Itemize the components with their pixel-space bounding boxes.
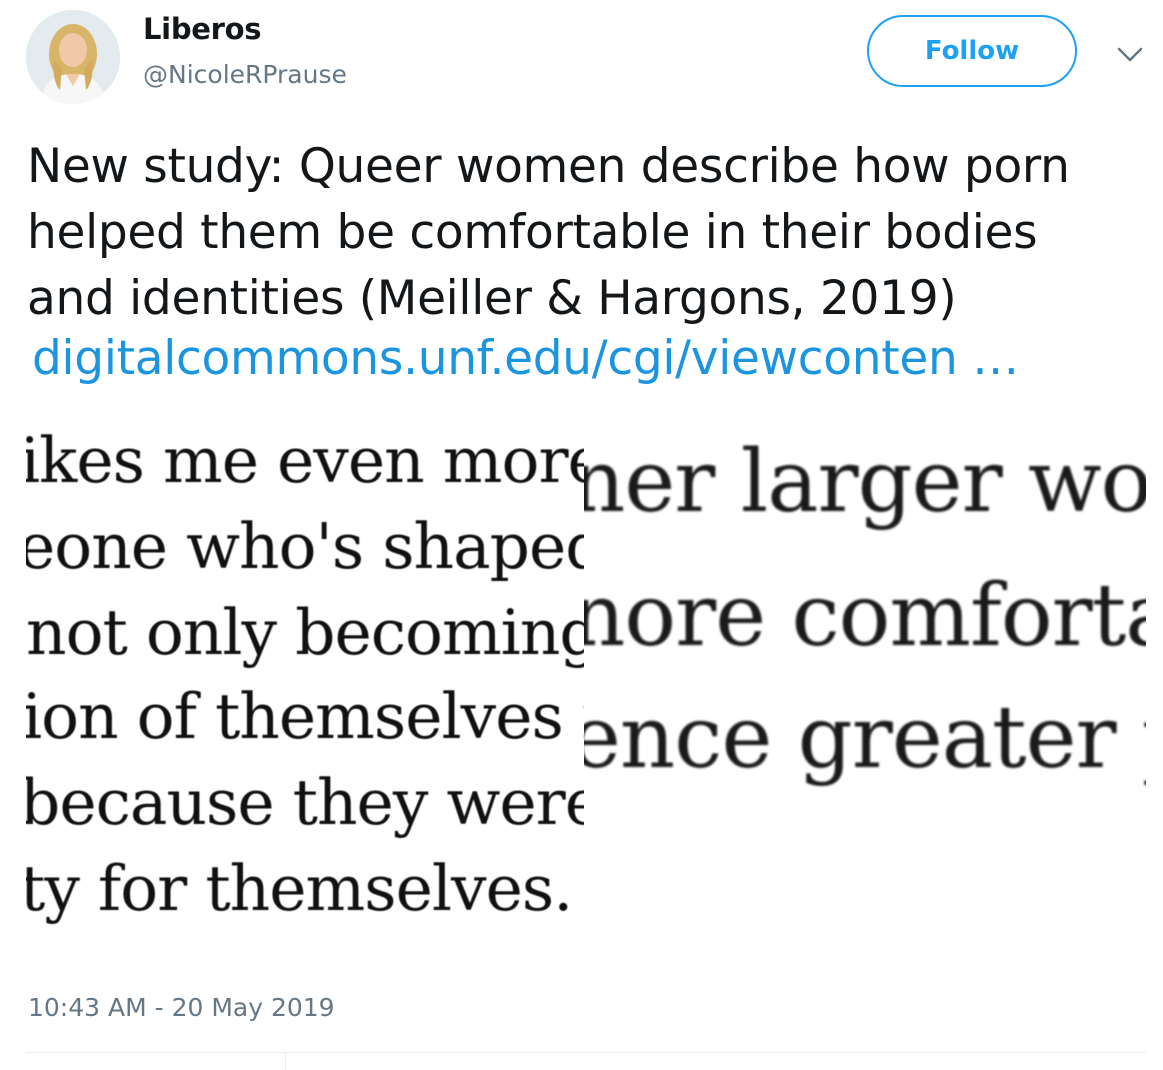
- scanned-text-line: nore comforta: [584, 566, 1146, 666]
- scanned-text-line: eone who's shaped l: [26, 510, 584, 583]
- user-handle[interactable]: @NicoleRPrause: [143, 60, 347, 89]
- scanned-text-line: ty for themselves. B: [26, 852, 584, 925]
- scanned-text-line: ikes me even more: [26, 424, 584, 497]
- tweet-timestamp[interactable]: 10:43 AM - 20 May 2019: [28, 993, 335, 1022]
- tweet-text-line: helped them be comfortable in their bodi…: [27, 205, 1038, 260]
- more-options-button[interactable]: [1110, 38, 1150, 72]
- scanned-text-crop-left: ikes me even more eone who's shaped l no…: [26, 392, 584, 932]
- tweet-card: Liberos @NicoleRPrause Follow New study:…: [0, 0, 1163, 1070]
- scanned-text-crop-right: ner larger wor nore comforta ence greate…: [584, 392, 1146, 812]
- tweet-text-line: New study: Queer women describe how porn: [27, 139, 1070, 194]
- display-name[interactable]: Liberos: [143, 12, 262, 46]
- follow-button[interactable]: Follow: [867, 15, 1077, 87]
- tweet-link[interactable]: digitalcommons.unf.edu/cgi/viewconten …: [32, 326, 1019, 392]
- tweet-text: New study: Queer women describe how porn…: [27, 134, 1147, 332]
- scanned-text-line: ner larger wor: [584, 432, 1146, 532]
- profile-photo-icon: [26, 10, 120, 104]
- avatar[interactable]: [26, 10, 120, 104]
- chevron-down-icon: [1117, 47, 1143, 62]
- tweet-media-image[interactable]: ikes me even more eone who's shaped l no…: [26, 392, 1146, 932]
- divider: [285, 1053, 286, 1070]
- scanned-text-line: because they were: [26, 766, 584, 839]
- divider: [26, 1052, 1146, 1053]
- tweet-text-line: and identities (Meiller & Hargons, 2019): [27, 271, 957, 326]
- scanned-text-line: not only becoming r: [26, 596, 584, 669]
- scanned-text-line: ence greater p: [584, 688, 1146, 788]
- scanned-text-line: ion of themselves ir: [26, 680, 584, 753]
